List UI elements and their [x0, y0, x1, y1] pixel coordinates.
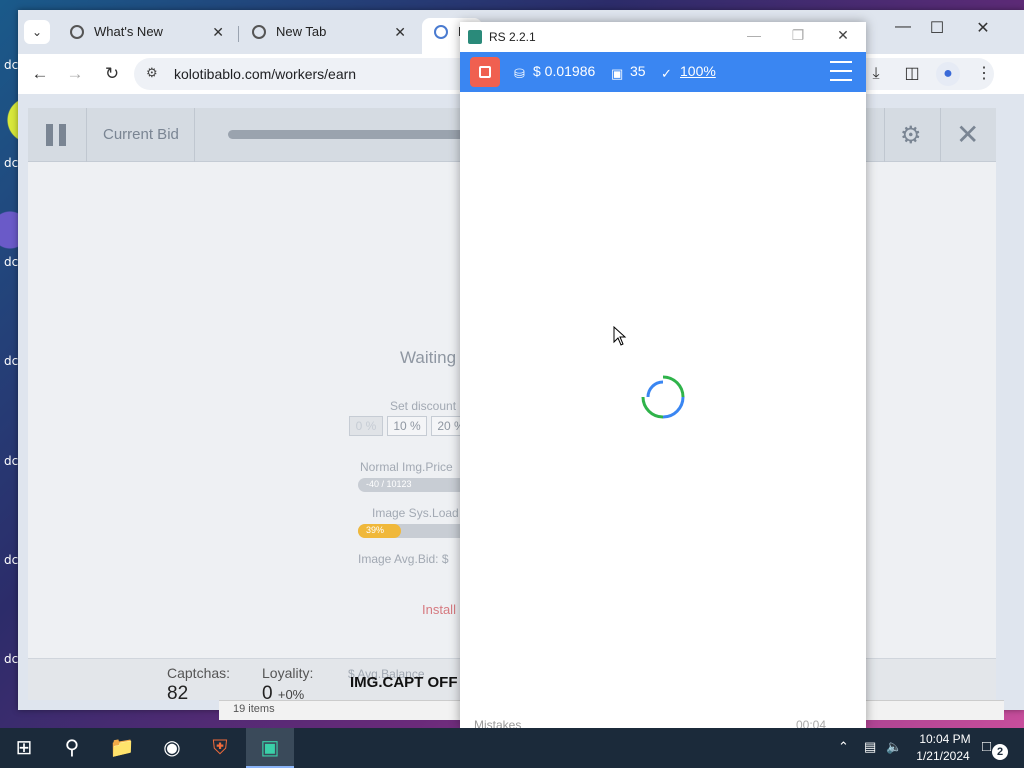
search-icon[interactable]: ⚲: [48, 728, 96, 768]
tab-close-icon[interactable]: ✕: [394, 18, 406, 46]
tray-chevron-icon[interactable]: ⌃: [838, 739, 849, 755]
items-count: 19 items: [233, 703, 275, 715]
side-panel-icon[interactable]: ◫: [900, 62, 924, 86]
chrome-icon[interactable]: ◉: [148, 728, 196, 768]
restore-icon[interactable]: ❐: [784, 27, 812, 44]
sys-load-value: 39%: [366, 525, 385, 535]
minimize-icon[interactable]: —: [740, 27, 768, 43]
more-menu-icon[interactable]: ⋮: [972, 62, 996, 86]
rs-titlebar: RS 2.2.1 — ❐ ✕: [460, 22, 866, 52]
windows-start-icon[interactable]: ⊞: [0, 728, 48, 768]
close-icon[interactable]: ✕: [956, 118, 979, 151]
coins-icon: ⛁: [514, 66, 525, 81]
url-text[interactable]: kolotibablo.com/workers/earn: [174, 66, 356, 82]
waiting-status: Waiting: [400, 348, 457, 367]
tab-title: New Tab: [276, 24, 327, 39]
close-window-icon[interactable]: ✕: [968, 18, 998, 38]
tab-search-menu[interactable]: ⌄: [24, 20, 50, 44]
normal-price-label: Normal Img.Price: [360, 460, 453, 474]
loading-spinner-icon: [641, 375, 685, 419]
imgcapt-status: IMG.CAPT OFF: [350, 674, 458, 691]
normal-price-bar: -40 / 10123: [358, 478, 468, 492]
rs-images-value: 35: [630, 63, 646, 79]
download-icon[interactable]: ⤓: [864, 62, 888, 86]
gear-icon[interactable]: ⚙: [900, 121, 922, 150]
reload-icon[interactable]: ↻: [100, 62, 124, 86]
brave-icon[interactable]: ⛨: [196, 728, 244, 768]
chrome-favicon-icon: [70, 25, 84, 39]
image-icon: ▣: [611, 66, 624, 81]
tab-separator: [238, 26, 239, 42]
maximize-icon[interactable]: ☐: [922, 18, 952, 38]
site-info-icon[interactable]: ⚙: [146, 65, 158, 81]
sys-load-bar: 39%: [358, 524, 468, 538]
rs-app-icon: [468, 30, 482, 44]
clock-date[interactable]: 1/21/2024: [912, 749, 974, 763]
discount-label: Set discount: [390, 399, 457, 413]
rs-balance-value: $ 0.01986: [533, 63, 596, 79]
loyalty-label: Loyality:: [262, 665, 314, 681]
bid-slider[interactable]: [228, 130, 468, 139]
divider: [884, 108, 885, 162]
clock-time[interactable]: 10:04 PM: [916, 732, 974, 746]
tab-title: What's New: [94, 24, 163, 39]
rs-accuracy[interactable]: ✓ 100%: [661, 63, 716, 81]
divider: [194, 108, 195, 162]
captchas-value: 82: [167, 683, 189, 704]
avg-bid-label: Image Avg.Bid: $: [358, 552, 449, 566]
rs-title: RS 2.2.1: [489, 30, 536, 44]
hamburger-menu-icon[interactable]: [830, 61, 852, 81]
rs-window: RS 2.2.1 — ❐ ✕ ⛁ $ 0.01986 ▣ 35 ✓ 100% Mist…: [460, 22, 866, 730]
chrome-favicon-icon: [252, 25, 266, 39]
stop-icon: [479, 66, 491, 78]
forward-arrow-icon[interactable]: →: [63, 62, 87, 86]
back-arrow-icon[interactable]: ←: [28, 62, 52, 86]
file-explorer-icon[interactable]: 📁: [98, 728, 146, 768]
current-bid-label: Current Bid: [103, 126, 179, 143]
divider: [940, 108, 941, 162]
discount-option-10[interactable]: 10 %: [387, 416, 427, 436]
tab-new-tab[interactable]: New Tab ✕: [240, 18, 416, 54]
kolotibablo-favicon-icon: [434, 25, 448, 39]
discount-option-0[interactable]: 0 %: [349, 416, 383, 436]
profile-avatar-icon[interactable]: ●: [936, 62, 960, 86]
pause-icon[interactable]: [46, 124, 68, 146]
sys-load-label: Image Sys.Load: [372, 506, 459, 520]
normal-price-value: -40 / 10123: [366, 479, 412, 489]
close-icon[interactable]: ✕: [829, 27, 857, 44]
rs-images: ▣ 35: [611, 63, 646, 81]
notification-count-badge: 2: [992, 744, 1008, 760]
divider: [86, 108, 87, 162]
captchas-label: Captchas:: [167, 665, 231, 681]
rs-accuracy-value[interactable]: 100%: [680, 63, 716, 79]
rs-app-taskbar-icon[interactable]: ▣: [246, 728, 294, 768]
minimize-icon[interactable]: —: [888, 18, 918, 36]
rs-balance: ⛁ $ 0.01986: [514, 63, 595, 81]
stop-button[interactable]: [470, 57, 500, 87]
tab-whats-new[interactable]: What's New ✕: [58, 18, 234, 54]
mouse-cursor-icon: [613, 326, 627, 346]
taskbar: ⊞ ⚲ 📁 ◉ ⛨ ▣ ⌃ ▤ 🔈 10:04 PM 1/21/2024 □ 2: [0, 728, 1024, 768]
tab-close-icon[interactable]: ✕: [212, 18, 224, 46]
check-circle-icon: ✓: [661, 66, 672, 81]
rs-status-bar: ⛁ $ 0.01986 ▣ 35 ✓ 100%: [460, 52, 866, 92]
volume-muted-icon[interactable]: 🔈: [886, 739, 902, 755]
network-icon[interactable]: ▤: [864, 739, 876, 755]
install-link[interactable]: Install: [422, 602, 456, 617]
